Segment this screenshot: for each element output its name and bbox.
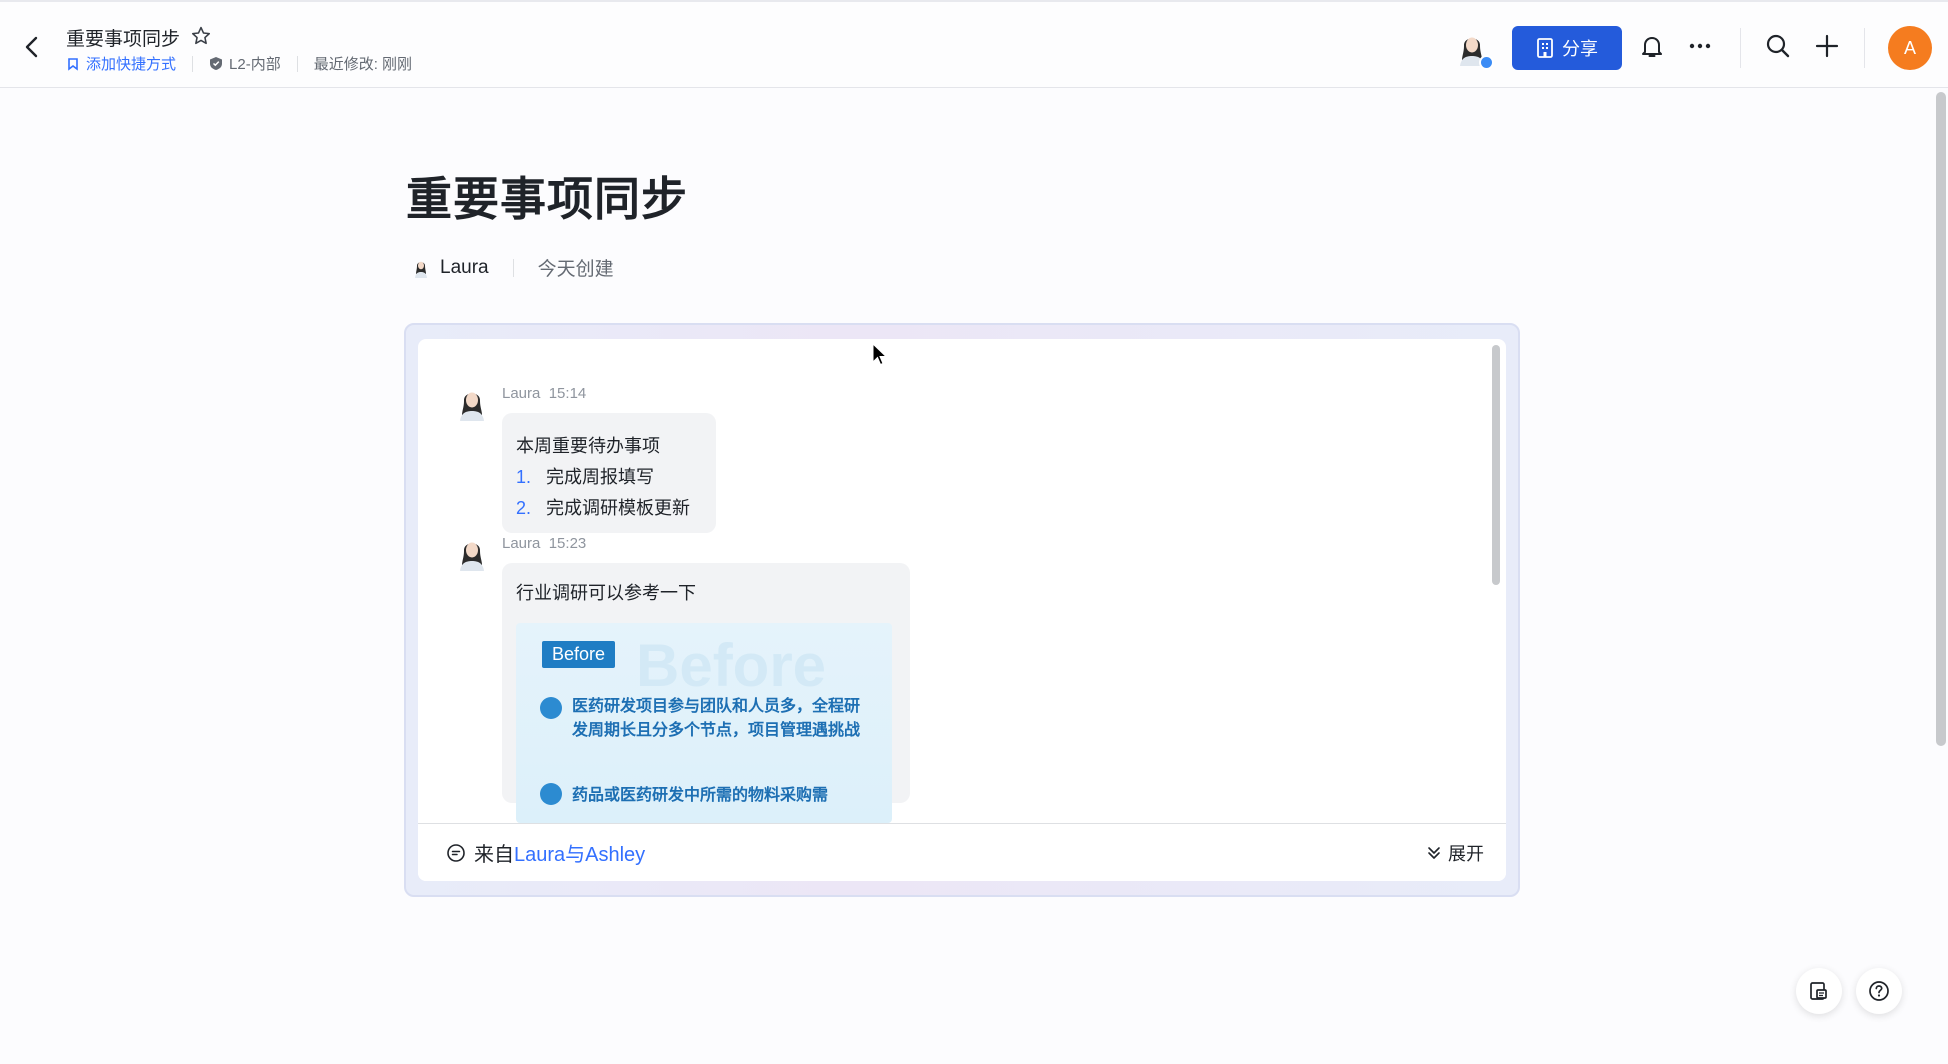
outline-icon (1810, 982, 1827, 1000)
sender-avatar[interactable] (454, 535, 490, 571)
bell-icon[interactable] (1638, 32, 1666, 60)
message-text: 行业调研可以参考一下 (516, 583, 696, 603)
list-text: 完成调研模板更新 (546, 498, 690, 518)
source-prefix: 来自 (474, 844, 514, 866)
list-item: 1. 完成周报填写 (516, 462, 702, 493)
add-shortcut-label: 添加快捷方式 (86, 56, 177, 73)
speech-bubble-icon (540, 783, 562, 805)
divider (296, 55, 298, 72)
image-attachment[interactable]: Before Before 医药研发项目参与团队和人员多，全程研发周期长且分多个… (516, 623, 892, 823)
share-building-icon (1537, 38, 1553, 58)
more-icon[interactable] (1686, 32, 1714, 60)
list-text: 完成周报填写 (546, 467, 654, 487)
chat-record-footer: 来自 Laura与Ashley 展开 (418, 823, 1506, 881)
list-item: 2. 完成调研模板更新 (516, 493, 702, 524)
security-level-label: L2-内部 (229, 56, 281, 73)
chat-scrollbar[interactable] (1492, 345, 1500, 585)
expand-label: 展开 (1448, 843, 1484, 864)
help-button[interactable] (1856, 968, 1902, 1014)
share-label: 分享 (1562, 39, 1598, 59)
image-badge: Before (542, 641, 616, 668)
security-level[interactable]: L2-内部 (209, 53, 281, 74)
divider (1864, 28, 1865, 68)
chat-bubble-icon (447, 843, 465, 862)
divider (192, 55, 194, 72)
doc-header-title: 重要事项同步 (66, 29, 181, 50)
message-bubble[interactable]: 本周重要待办事项 1. 完成周报填写 2. 完成调研模板更新 (502, 413, 716, 533)
help-icon (1869, 981, 1889, 1001)
message-header: Laura 15:23 (502, 535, 586, 552)
image-text: 药品或医药研发中所需的物料采购需 (572, 787, 829, 804)
page-title: 重要事项同步 (406, 173, 688, 225)
speech-bubble-icon (540, 697, 562, 719)
shield-icon (210, 57, 223, 70)
top-bar: 重要事项同步 添加快捷方式 L2-内部 最近修改: 刚刚 分享 A (0, 0, 1948, 88)
message-header: Laura 15:14 (502, 385, 586, 402)
source-link[interactable]: Laura与Ashley (514, 838, 645, 867)
sender-name: Laura (502, 385, 541, 402)
double-chevron-down-icon (1428, 846, 1440, 859)
sender-name: Laura (502, 535, 541, 552)
message-bubble[interactable]: 行业调研可以参考一下 Before Before 医药研发项目参与团队和人员多，… (502, 563, 910, 823)
mouse-cursor-icon (872, 343, 888, 366)
chat-source: 来自 Laura与Ashley (446, 838, 645, 867)
star-icon[interactable] (190, 25, 212, 47)
doc-meta-row: 添加快捷方式 L2-内部 最近修改: 刚刚 (66, 53, 412, 74)
image-watermark: Before (636, 632, 827, 699)
page-scrollbar[interactable] (1936, 92, 1946, 746)
shortcut-icon (68, 57, 78, 71)
chat-record-card: Laura 15:14 本周重要待办事项 1. 完成周报填写 2. 完成调研模板… (404, 323, 1520, 897)
message-time: 15:23 (548, 535, 587, 552)
last-modified: 最近修改: 刚刚 (313, 56, 413, 73)
list-number: 1. (516, 467, 532, 487)
message-time: 15:14 (548, 385, 587, 402)
sender-avatar[interactable] (454, 385, 490, 421)
divider (512, 258, 514, 277)
chat-record-body[interactable]: Laura 15:14 本周重要待办事项 1. 完成周报填写 2. 完成调研模板… (418, 339, 1506, 881)
message-text: 本周重要待办事项 (516, 436, 660, 456)
expand-button[interactable]: 展开 (1426, 840, 1484, 866)
author-name[interactable]: Laura (440, 257, 489, 279)
list-number: 2. (516, 498, 532, 518)
search-icon[interactable] (1764, 32, 1792, 60)
user-avatar[interactable]: A (1888, 26, 1932, 70)
online-status-dot (1479, 55, 1494, 70)
author-row: Laura 今天创建 (412, 254, 614, 281)
doc-outline-button[interactable] (1796, 968, 1842, 1014)
add-shortcut-link[interactable]: 添加快捷方式 (66, 53, 176, 74)
back-arrow-icon[interactable] (22, 35, 42, 59)
created-time: 今天创建 (537, 259, 614, 280)
image-text: 医药研发项目参与团队和人员多，全程研发周期长且分多个节点，项目管理遇挑战 (572, 698, 861, 739)
divider (1740, 28, 1741, 68)
author-avatar[interactable] (412, 258, 430, 278)
share-button[interactable]: 分享 (1512, 26, 1622, 70)
plus-icon[interactable] (1813, 32, 1841, 60)
